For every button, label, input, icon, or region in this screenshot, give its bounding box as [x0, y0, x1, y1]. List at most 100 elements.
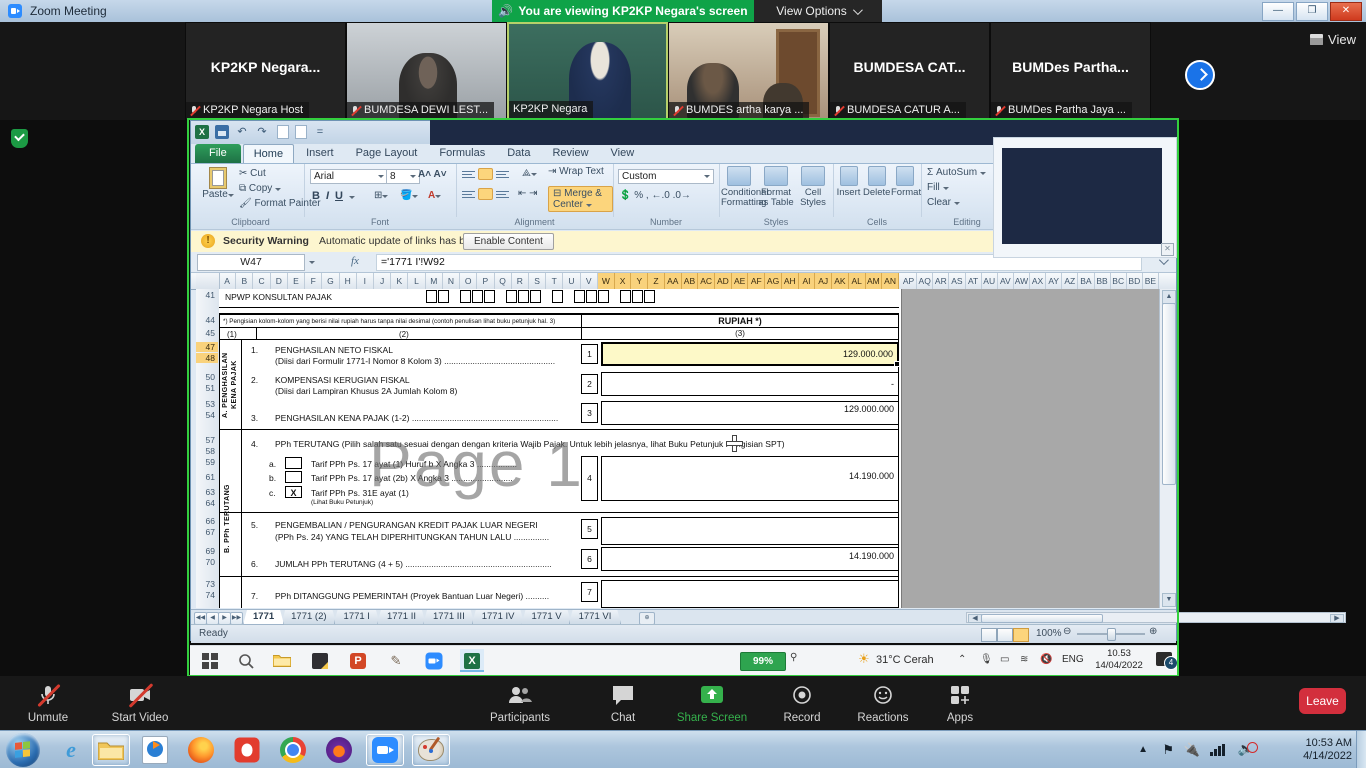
- column-header-L[interactable]: L: [408, 273, 425, 289]
- column-header-F[interactable]: F: [305, 273, 322, 289]
- power-plug-icon[interactable]: 🔌: [1184, 742, 1200, 758]
- row-header-58[interactable]: 58: [196, 446, 218, 456]
- zoom-out-button[interactable]: ⊖: [1063, 626, 1071, 637]
- column-header-AP[interactable]: AP: [901, 273, 917, 289]
- item7-amount-cell[interactable]: [601, 580, 899, 608]
- ribbon-tab-page-layout[interactable]: Page Layout: [346, 144, 428, 163]
- scroll-up-arrow[interactable]: ▲: [1162, 290, 1176, 304]
- insert-cells-button[interactable]: Insert: [835, 166, 862, 198]
- item4c-checkbox[interactable]: X: [285, 486, 302, 498]
- column-header-BD[interactable]: BD: [1127, 273, 1143, 289]
- column-header-AF[interactable]: AF: [748, 273, 765, 289]
- cell-styles-button[interactable]: Cell Styles: [795, 166, 831, 208]
- orientation-button[interactable]: ⟁: [522, 168, 537, 179]
- column-header-W[interactable]: W: [598, 273, 615, 289]
- column-header-E[interactable]: E: [288, 273, 305, 289]
- ribbon-tab-data[interactable]: Data: [497, 144, 540, 163]
- action-center-flag-icon[interactable]: ⚑: [1162, 742, 1174, 758]
- ribbon-tab-review[interactable]: Review: [542, 144, 598, 163]
- item4-amount-cell[interactable]: 14.190.000: [601, 456, 899, 501]
- column-header-X[interactable]: X: [615, 273, 632, 289]
- item4b-checkbox[interactable]: [285, 471, 302, 483]
- column-header-S[interactable]: S: [529, 273, 546, 289]
- autosum-button[interactable]: Σ AutoSum: [927, 167, 986, 178]
- row-header-74[interactable]: 74: [196, 590, 218, 600]
- ribbon-tab-view[interactable]: View: [601, 144, 645, 163]
- video-tile[interactable]: KP2KP Negara: [507, 22, 668, 120]
- column-header-R[interactable]: R: [512, 273, 529, 289]
- column-header-M[interactable]: M: [426, 273, 443, 289]
- column-header-T[interactable]: T: [546, 273, 563, 289]
- fill-color-button[interactable]: 🪣: [400, 190, 418, 201]
- item3-amount-cell[interactable]: 129.000.000: [601, 401, 899, 425]
- grow-shrink-font-buttons[interactable]: A˄ A˅: [418, 169, 447, 180]
- sheet-tab-1771I[interactable]: 1771 I: [334, 610, 380, 625]
- column-header-N[interactable]: N: [443, 273, 460, 289]
- column-header-Q[interactable]: Q: [495, 273, 512, 289]
- column-header-C[interactable]: C: [253, 273, 270, 289]
- horizontal-scrollbar[interactable]: ◀ ▶: [966, 612, 1346, 623]
- network-signal-icon[interactable]: [1210, 744, 1226, 756]
- row-header-67[interactable]: 67: [196, 527, 218, 537]
- paint-icon[interactable]: [412, 734, 450, 766]
- tray-battery-icon[interactable]: ▭: [1000, 654, 1009, 665]
- column-header-B[interactable]: B: [236, 273, 253, 289]
- row-header-59[interactable]: 59: [196, 457, 218, 467]
- row-header-73[interactable]: 73: [196, 579, 218, 589]
- notification-icon[interactable]: 4: [1156, 652, 1172, 666]
- video-tile[interactable]: KP2KP Negara...KP2KP Negara Host: [185, 22, 346, 120]
- inner-app-icon[interactable]: [308, 649, 332, 672]
- row-header-70[interactable]: 70: [196, 557, 218, 567]
- inner-excel-icon[interactable]: X: [460, 649, 484, 672]
- column-header-AZ[interactable]: AZ: [1062, 273, 1078, 289]
- delete-cells-button[interactable]: Delete: [863, 166, 890, 198]
- column-header-BE[interactable]: BE: [1143, 273, 1159, 289]
- paste-button[interactable]: Paste: [201, 167, 235, 200]
- font-family-combo[interactable]: Arial: [310, 169, 388, 184]
- sheet-tab-1771III[interactable]: 1771 III: [423, 610, 475, 625]
- sheet-tab-1771IV[interactable]: 1771 IV: [472, 610, 525, 625]
- tray-language[interactable]: ENG: [1062, 654, 1084, 665]
- column-header-P[interactable]: P: [477, 273, 494, 289]
- chat-button[interactable]: Chat: [595, 684, 651, 724]
- unmute-button[interactable]: Unmute: [18, 684, 78, 724]
- scroll-right-arrow[interactable]: ▶: [1330, 614, 1344, 623]
- inner-pen-app-icon[interactable]: ✎: [384, 649, 408, 672]
- column-header-G[interactable]: G: [322, 273, 339, 289]
- column-header-AQ[interactable]: AQ: [917, 273, 933, 289]
- column-header-AC[interactable]: AC: [698, 273, 715, 289]
- next-videos-button[interactable]: [1185, 60, 1215, 90]
- internet-explorer-icon[interactable]: e: [52, 734, 90, 766]
- wrap-text-button[interactable]: ⇥ Wrap Text: [548, 166, 604, 177]
- row-header-61[interactable]: 61: [196, 472, 218, 482]
- column-header-Z[interactable]: Z: [648, 273, 665, 289]
- row-header-66[interactable]: 66: [196, 516, 218, 526]
- zoom-in-button[interactable]: ⊕: [1149, 626, 1157, 637]
- print-preview-icon[interactable]: [295, 125, 307, 139]
- video-tile[interactable]: BUMDESA DEWI LEST...: [346, 22, 507, 120]
- select-all-corner[interactable]: [196, 273, 220, 289]
- vertical-align-buttons[interactable]: [462, 168, 512, 183]
- view-button[interactable]: View: [1310, 32, 1356, 47]
- column-header-AJ[interactable]: AJ: [815, 273, 832, 289]
- ribbon-tab-file[interactable]: File: [195, 144, 241, 163]
- vertical-scrollbar[interactable]: ▲ ▼: [1159, 289, 1176, 608]
- column-header-BC[interactable]: BC: [1111, 273, 1127, 289]
- conditional-formatting-button[interactable]: Conditional Formatting: [721, 166, 757, 208]
- border-button[interactable]: ⊞: [374, 190, 388, 201]
- format-cells-button[interactable]: Format: [891, 166, 918, 198]
- font-size-combo[interactable]: 8: [386, 169, 420, 184]
- system-clock[interactable]: 10:53 AM4/14/2022: [1303, 737, 1352, 763]
- column-header-H[interactable]: H: [340, 273, 357, 289]
- row-header-48[interactable]: 48: [196, 353, 218, 363]
- row-header-53[interactable]: 53: [196, 399, 218, 409]
- column-header-AR[interactable]: AR: [933, 273, 949, 289]
- vertical-scroll-thumb[interactable]: [1162, 303, 1176, 485]
- media-player-icon[interactable]: [136, 734, 174, 766]
- panel-close-icon[interactable]: ✕: [1161, 243, 1174, 256]
- merge-center-button[interactable]: ⊟ Merge & Center: [548, 186, 613, 212]
- font-style-buttons[interactable]: BIU: [312, 190, 355, 202]
- inner-clock[interactable]: 10.5314/04/2022: [1088, 648, 1150, 672]
- scroll-left-arrow[interactable]: ◀: [968, 614, 982, 623]
- reactions-button[interactable]: Reactions: [848, 684, 918, 724]
